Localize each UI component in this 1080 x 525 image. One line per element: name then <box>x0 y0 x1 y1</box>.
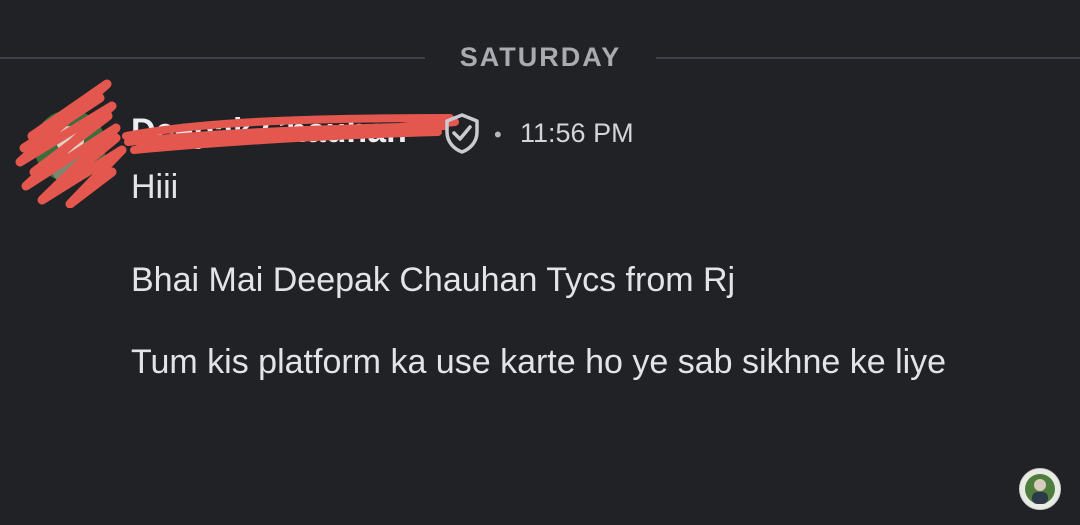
verified-shield-icon <box>445 113 479 154</box>
divider-line-right <box>656 57 1080 59</box>
message-timestamp: 11:56 PM <box>520 118 634 148</box>
divider-line-left <box>0 57 425 59</box>
message-line: Hiii <box>131 168 179 206</box>
redaction-scribble-name <box>122 114 459 154</box>
message-line: Bhai Mai Deepak Chauhan Tycs from Rj <box>131 261 736 299</box>
day-divider: SATURDAY <box>0 40 1080 76</box>
redaction-scribble-avatar <box>15 79 127 208</box>
day-label: SATURDAY <box>459 42 622 72</box>
message-line: Tum kis platform ka use karte ho ye sab … <box>131 343 947 381</box>
meta-separator: • <box>494 122 502 147</box>
read-receipt-avatar <box>1019 468 1061 510</box>
